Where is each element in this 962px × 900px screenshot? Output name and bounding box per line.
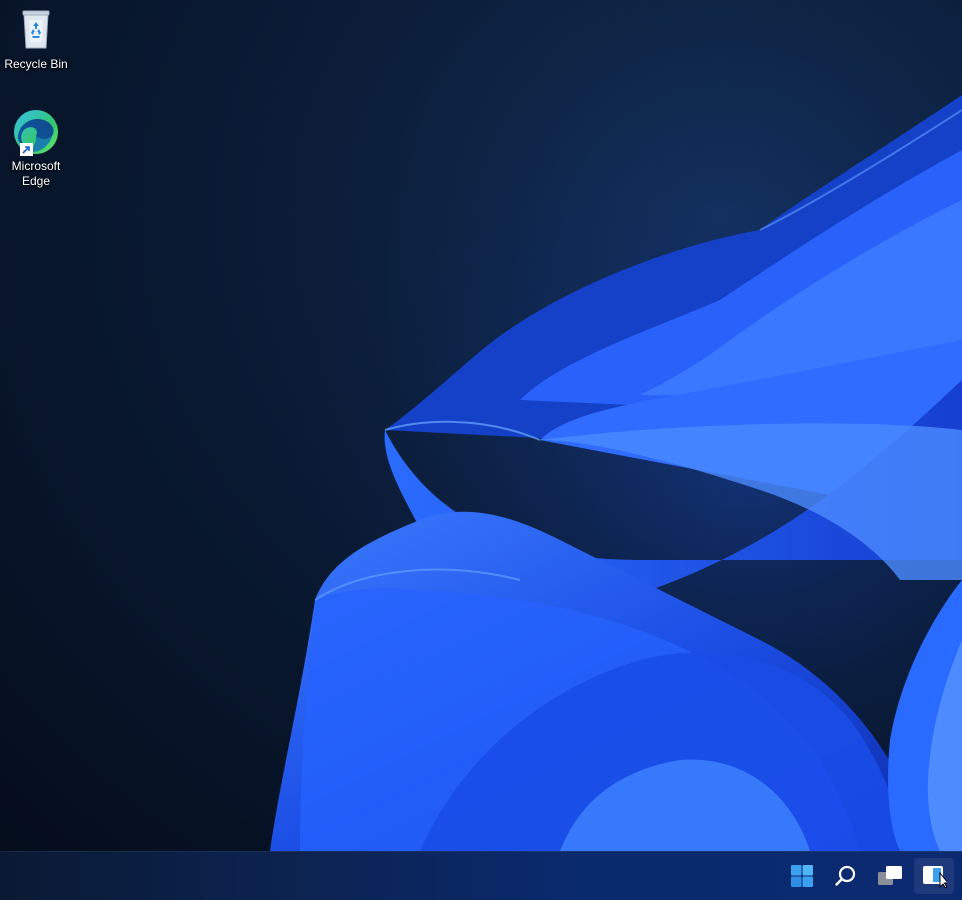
widgets-icon bbox=[923, 866, 947, 888]
search-icon bbox=[835, 865, 856, 886]
recycle-bin-icon bbox=[12, 6, 60, 54]
task-view-icon bbox=[878, 866, 902, 885]
taskbar bbox=[0, 851, 962, 900]
windows-start-icon bbox=[791, 865, 813, 887]
shortcut-arrow-icon bbox=[20, 143, 33, 156]
widgets-button[interactable] bbox=[914, 858, 954, 894]
recycle-bin-label: Recycle Bin bbox=[4, 57, 68, 71]
edge-icon bbox=[12, 108, 60, 156]
task-view-button[interactable] bbox=[870, 858, 910, 894]
wallpaper-bloom bbox=[0, 0, 962, 851]
start-button[interactable] bbox=[782, 858, 822, 894]
microsoft-edge-label: Microsoft Edge bbox=[11, 159, 61, 188]
search-button[interactable] bbox=[826, 858, 866, 894]
desktop-icon-recycle-bin[interactable]: Recycle Bin bbox=[0, 6, 72, 72]
desktop: Recycle Bin Microsoft Edge bbox=[0, 0, 962, 851]
desktop-icon-microsoft-edge[interactable]: Microsoft Edge bbox=[0, 108, 72, 189]
